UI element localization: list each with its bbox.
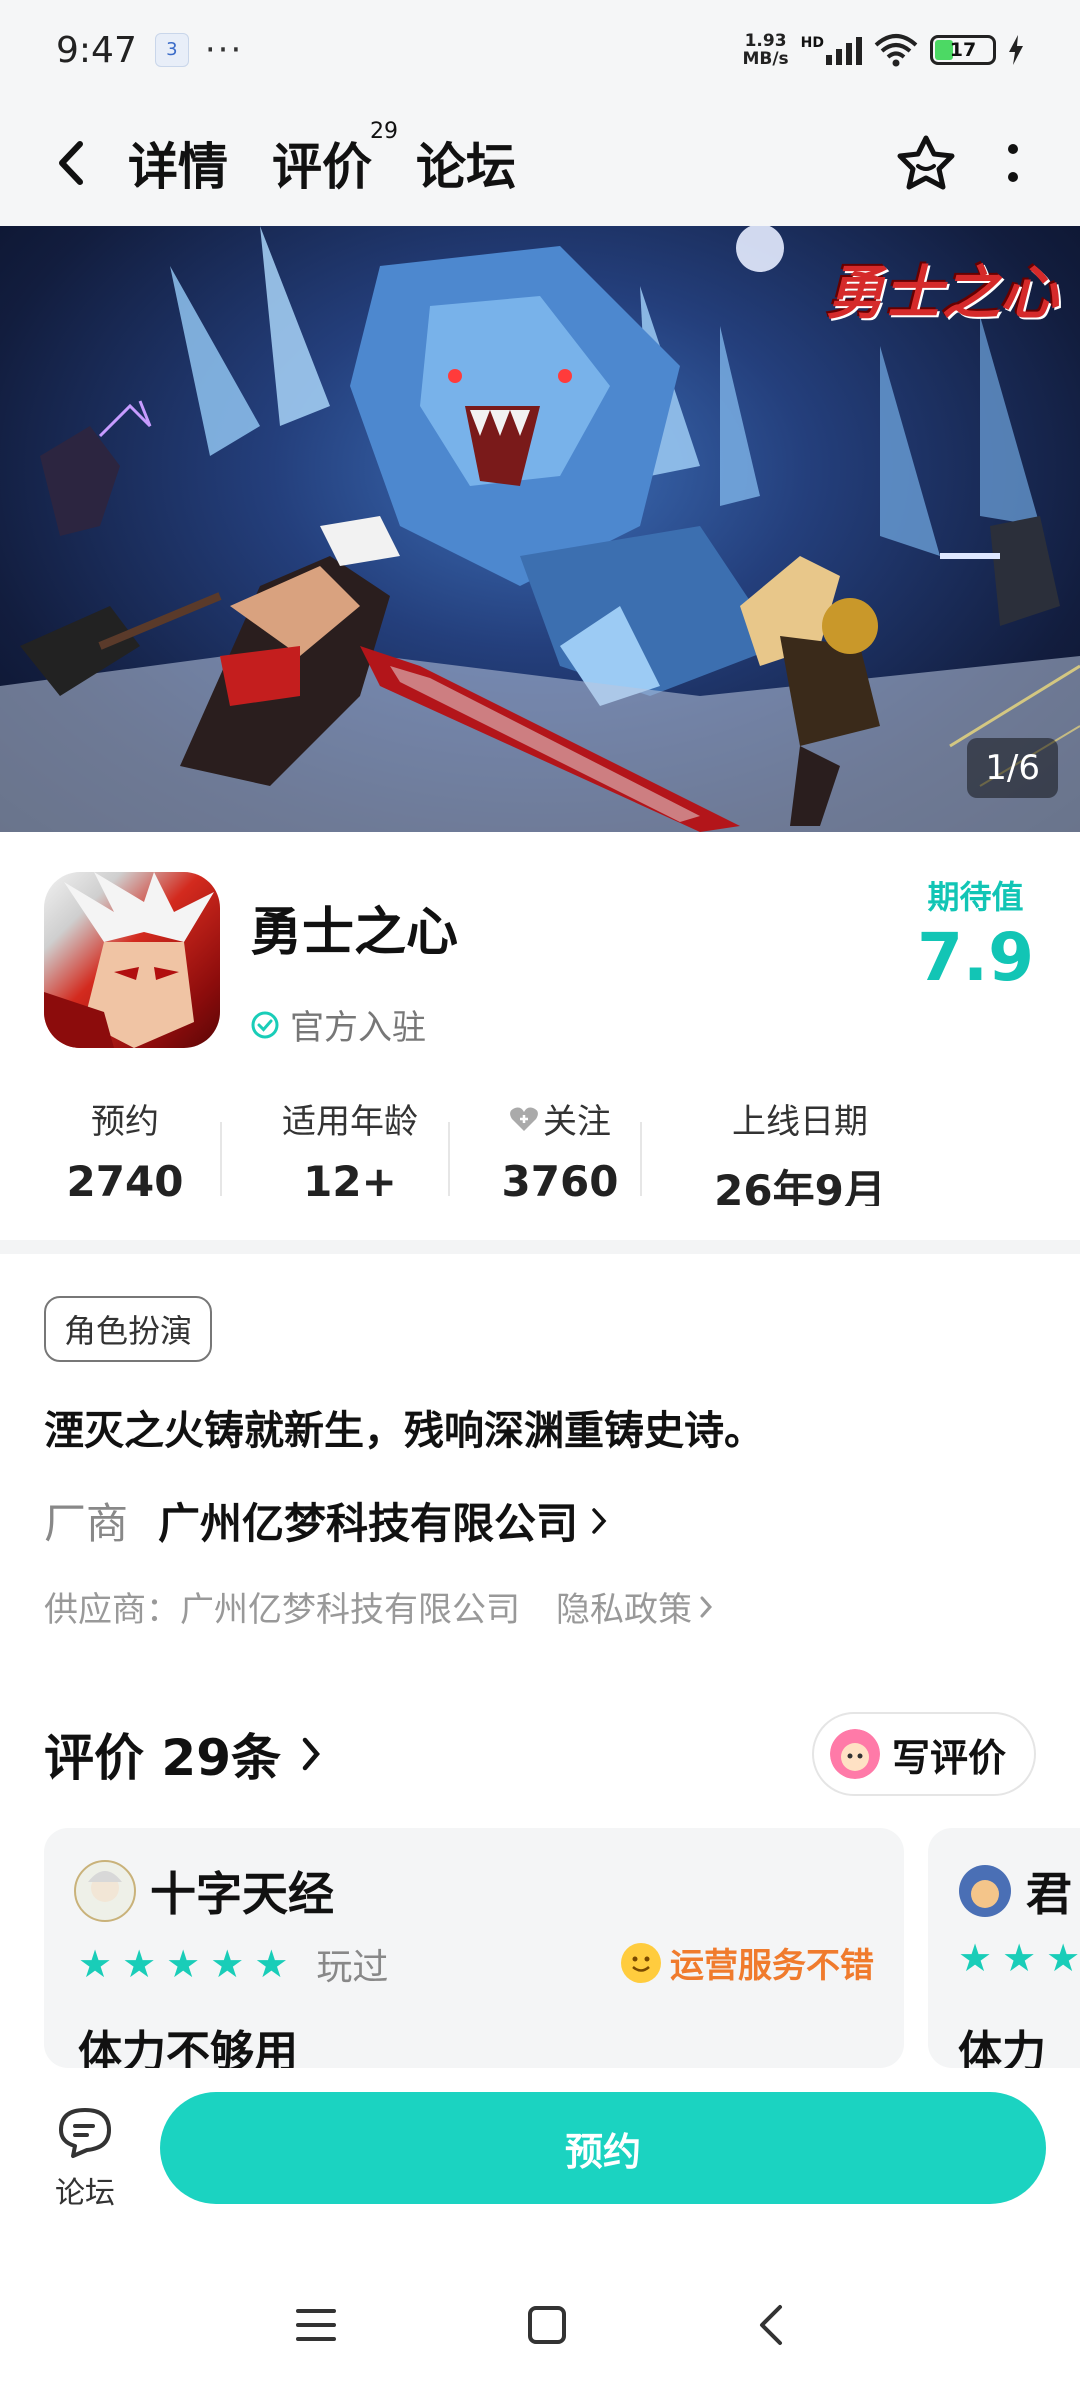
supplier-row: 供应商：广州亿梦科技有限公司 隐私政策 xyxy=(44,1582,716,1631)
expectation-score: 期待值 7.9 xyxy=(917,872,1034,998)
status-time: 9:47 xyxy=(56,29,137,71)
vendor-label: 厂商 xyxy=(44,1499,129,1548)
official-badge: 官方入驻 xyxy=(250,1000,426,1049)
reviewer-avatar-icon xyxy=(959,1865,1011,1917)
wifi-icon xyxy=(874,34,918,67)
star-icon: ★ xyxy=(210,1942,245,1986)
review-card[interactable]: 君 ★ ★ ★ 体力 xyxy=(928,1828,1080,2068)
app-name: 勇士之心 xyxy=(250,903,459,963)
back-arrow-icon xyxy=(59,141,83,185)
smile-icon xyxy=(621,1942,661,1983)
divider xyxy=(640,1122,642,1196)
charging-icon xyxy=(1009,35,1023,65)
star-icon: ★ xyxy=(166,1942,201,1986)
review-user: 十字天经 xyxy=(74,1858,334,1924)
star-icon: ★ xyxy=(1002,1936,1037,1980)
write-review-button[interactable]: 写评价 xyxy=(811,1712,1036,1796)
divider xyxy=(448,1122,450,1196)
stat-reservations: 预约 2740 xyxy=(66,1102,184,1206)
stat-release-date: 上线日期 26年9月 xyxy=(714,1102,886,1206)
review-card[interactable]: 十字天经 ★ ★ ★ ★ ★ 玩过 运营服务不错 体力不够用 xyxy=(44,1828,904,2068)
hero-banner[interactable]: 勇士之心 1/6 xyxy=(0,226,1080,832)
reviews-header-link[interactable]: 评价 29条 xyxy=(44,1718,325,1790)
chevron-right-icon xyxy=(592,1507,607,1534)
played-label: 玩过 xyxy=(316,1947,389,1988)
battery-icon: 17 xyxy=(930,35,996,65)
app-icon xyxy=(44,872,220,1048)
tab-details[interactable]: 详情 xyxy=(124,127,232,199)
stat-followers: 关注 3760 xyxy=(501,1102,619,1206)
tab-forum[interactable]: 论坛 xyxy=(416,127,516,199)
status-right: 1.93 MB/s HD 17 xyxy=(742,32,1024,68)
game-slogan: 湮灭之火铸就新生，残响深渊重铸史诗。 xyxy=(44,1408,764,1454)
heart-plus-icon xyxy=(510,1107,538,1131)
verified-check-icon xyxy=(251,1011,279,1038)
reviews-title: 评价 29条 xyxy=(44,1729,281,1787)
network-speed: 1.93 MB/s xyxy=(742,31,789,69)
top-nav: 详情 评价 29 论坛 xyxy=(0,100,1080,226)
more-notifications-icon: ··· xyxy=(204,30,244,70)
expectation-value: 7.9 xyxy=(917,919,1034,996)
back-button[interactable] xyxy=(36,128,106,198)
nav-actions xyxy=(896,134,1044,192)
review-rating: ★ ★ ★ ★ ★ 玩过 xyxy=(78,1938,388,1990)
user-avatar-icon xyxy=(829,1729,880,1779)
vendor-name: 广州亿梦科技有限公司 xyxy=(158,1499,579,1548)
reserve-button[interactable]: 预约 xyxy=(160,2092,1046,2204)
menu-icon[interactable] xyxy=(294,2305,338,2345)
section-divider xyxy=(0,1240,1080,1254)
status-bar: 9:47 3 ··· 1.93 MB/s HD 17 xyxy=(0,0,1080,100)
expectation-label: 期待值 xyxy=(927,878,1024,916)
star-icon: ★ xyxy=(254,1942,289,1986)
bottom-action-bar: 论坛 预约 xyxy=(0,2070,1080,2250)
chat-bubble-icon xyxy=(59,2108,111,2158)
star-icon: ★ xyxy=(78,1942,113,1986)
supplier-text: 供应商：广州亿梦科技有限公司 xyxy=(44,1590,520,1630)
review-rating: ★ ★ ★ xyxy=(958,1938,1080,1978)
reviews-count-badge: 29 xyxy=(370,119,398,144)
stat-age-rating: 适用年龄 12+ xyxy=(282,1102,418,1206)
stats-row: 预约 2740 适用年龄 12+ 关注 3760 上线日期 26年9月 xyxy=(0,1094,1080,1206)
chevron-right-icon xyxy=(700,1596,713,1617)
reviewer-name: 十字天经 xyxy=(150,1867,334,1921)
hero-logo-art: 勇士之心 xyxy=(825,259,1058,327)
forum-button[interactable]: 论坛 xyxy=(40,2104,130,2212)
vendor-link[interactable]: 厂商 广州亿梦科技有限公司 xyxy=(44,1490,612,1551)
reviewer-avatar-icon xyxy=(74,1860,136,1922)
home-icon[interactable] xyxy=(525,2303,569,2347)
system-nav-bar xyxy=(0,2250,1080,2400)
star-icon: ★ xyxy=(122,1942,157,1986)
image-counter: 1/6 xyxy=(967,738,1058,798)
tab-reviews[interactable]: 评价 29 xyxy=(272,119,398,199)
chevron-right-icon xyxy=(302,1737,320,1771)
notification-app-icon: 3 xyxy=(154,33,189,67)
star-icon: ★ xyxy=(958,1936,993,1980)
privacy-policy-link[interactable]: 隐私政策 xyxy=(556,1582,716,1631)
star-icon: ★ xyxy=(1046,1936,1080,1980)
review-text: 体力不够用 xyxy=(78,2027,298,2068)
review-tag: 运营服务不错 xyxy=(620,1938,874,1987)
review-text: 体力 xyxy=(958,2027,1046,2068)
genre-tag[interactable]: 角色扮演 xyxy=(44,1296,213,1362)
signal-icon: HD xyxy=(801,35,862,65)
review-user: 君 xyxy=(958,1858,1072,1924)
reviewer-name: 君 xyxy=(1026,1867,1072,1921)
favorite-star-icon[interactable] xyxy=(896,134,956,192)
back-icon[interactable] xyxy=(756,2303,786,2347)
official-label: 官方入驻 xyxy=(290,1008,426,1048)
forum-label: 论坛 xyxy=(55,2176,115,2211)
app-info-section: 勇士之心 官方入驻 期待值 7.9 预约 2740 适用年龄 12+ 关注 37… xyxy=(0,832,1080,1242)
more-menu-icon[interactable] xyxy=(1006,141,1020,185)
divider xyxy=(220,1122,222,1196)
